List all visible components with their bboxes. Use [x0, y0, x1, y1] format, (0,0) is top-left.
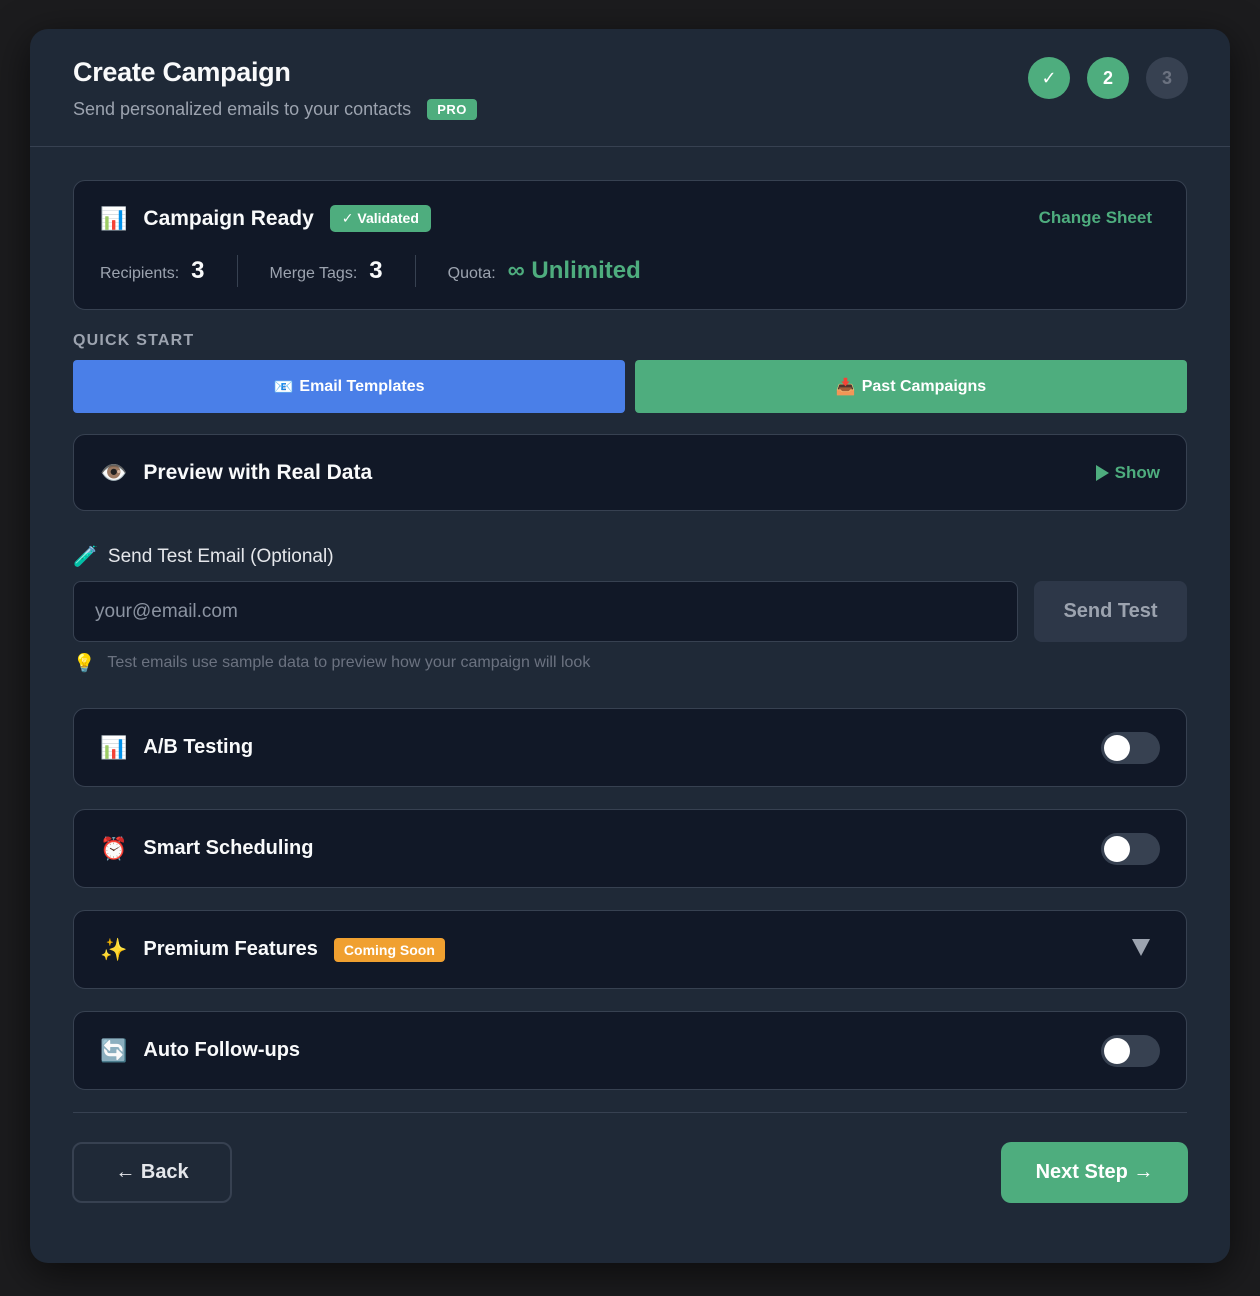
smart-scheduling-toggle[interactable] — [1101, 833, 1160, 865]
stats-row: Recipients: 3 Merge Tags: 3 Quota: ∞ Unl… — [100, 255, 641, 287]
toggle-knob — [1104, 735, 1130, 761]
preview-section[interactable]: 👁️ Preview with Real Data Show — [73, 434, 1187, 511]
alarm-clock-icon: ⏰ — [100, 835, 128, 861]
show-preview-toggle[interactable]: Show — [1095, 462, 1160, 483]
modal-content: 📊 Campaign Ready ✓ Validated Change Shee… — [73, 180, 1187, 1113]
summary-title-row: 📊 Campaign Ready ✓ Validated — [100, 205, 431, 232]
auto-follow-ups-card: 🔄 Auto Follow-ups — [73, 1011, 1187, 1090]
test-email-input[interactable] — [73, 581, 1018, 642]
change-sheet-link[interactable]: Change Sheet — [1039, 208, 1152, 228]
create-campaign-modal: Create Campaign Send personalized emails… — [30, 29, 1230, 1263]
step-1-complete-icon: ✓ — [1028, 57, 1070, 99]
test-email-hint-row: 💡 Test emails use sample data to preview… — [73, 654, 1187, 672]
campaign-summary-card: 📊 Campaign Ready ✓ Validated Change Shee… — [73, 180, 1187, 310]
play-triangle-icon — [1095, 464, 1109, 481]
quick-start-row: 📧 Email Templates 📥 Past Campaigns — [73, 360, 1187, 413]
quota-value: ∞ Unlimited — [507, 257, 641, 284]
merge-tags-stat: Merge Tags: 3 — [270, 257, 383, 285]
ab-testing-toggle[interactable] — [1101, 732, 1160, 764]
quota-stat: Quota: ∞ Unlimited — [448, 257, 641, 285]
refresh-icon: 🔄 — [100, 1037, 128, 1063]
modal-footer: ← Back Next Step → — [30, 1116, 1230, 1226]
stat-divider — [414, 255, 416, 287]
test-email-label: Send Test Email (Optional) — [107, 546, 334, 567]
quota-label: Quota: — [447, 265, 496, 282]
eye-icon: 👁️ — [100, 459, 128, 485]
validated-badge: ✓ Validated — [329, 205, 431, 232]
test-tube-icon: 🧪 — [73, 546, 98, 568]
inbox-tray-icon: 📥 — [835, 378, 856, 396]
pro-badge: PRO — [427, 99, 477, 120]
test-email-hint: Test emails use sample data to preview h… — [107, 654, 591, 671]
page-title: Create Campaign — [73, 57, 291, 87]
test-email-label-row: 🧪 Send Test Email (Optional) — [73, 546, 1187, 568]
step-2-active: 2 — [1087, 57, 1129, 99]
footer-divider — [73, 1112, 1187, 1113]
bar-chart-icon: 📊 — [100, 734, 128, 760]
back-button[interactable]: ← Back — [72, 1142, 232, 1203]
step-indicator: ✓ 2 3 — [1028, 57, 1188, 99]
email-templates-label: Email Templates — [299, 377, 425, 395]
modal-header: Create Campaign Send personalized emails… — [30, 29, 1230, 147]
step-3-pending: 3 — [1146, 57, 1188, 99]
page-subtitle: Send personalized emails to your contact… — [73, 99, 412, 119]
recipients-stat: Recipients: 3 — [100, 257, 205, 285]
ab-testing-title: A/B Testing — [143, 736, 254, 758]
subtitle-row: Send personalized emails to your contact… — [73, 99, 477, 120]
merge-tags-value: 3 — [369, 257, 383, 284]
test-email-row: Send Test — [73, 581, 1187, 642]
preview-title: Preview with Real Data — [143, 460, 373, 484]
recipients-label: Recipients: — [100, 265, 180, 282]
toggle-knob — [1104, 1038, 1130, 1064]
envelope-icon: 📧 — [273, 378, 294, 396]
smart-scheduling-card: ⏰ Smart Scheduling — [73, 809, 1187, 888]
toggle-knob — [1104, 836, 1130, 862]
premium-features-card[interactable]: ✨ Premium Features Coming Soon — [73, 910, 1187, 989]
quick-start-label: QUICK START — [73, 332, 195, 349]
sparkles-icon: ✨ — [100, 936, 128, 962]
auto-follow-ups-toggle[interactable] — [1101, 1035, 1160, 1067]
smart-scheduling-title: Smart Scheduling — [143, 837, 314, 859]
ab-testing-card: 📊 A/B Testing — [73, 708, 1187, 787]
merge-tags-label: Merge Tags: — [269, 265, 358, 282]
summary-title: Campaign Ready — [143, 206, 314, 230]
email-templates-button[interactable]: 📧 Email Templates — [73, 360, 625, 413]
recipients-value: 3 — [191, 257, 205, 284]
auto-follow-ups-title: Auto Follow-ups — [143, 1039, 301, 1061]
past-campaigns-label: Past Campaigns — [861, 377, 987, 395]
show-label: Show — [1114, 462, 1160, 482]
premium-features-title: Premium Features — [143, 938, 318, 960]
stat-divider — [236, 255, 238, 287]
past-campaigns-button[interactable]: 📥 Past Campaigns — [635, 360, 1187, 413]
send-test-button[interactable]: Send Test — [1034, 581, 1187, 642]
chevron-down-icon[interactable] — [1132, 939, 1150, 956]
next-step-button[interactable]: Next Step → — [1001, 1142, 1188, 1203]
coming-soon-badge: Coming Soon — [333, 937, 445, 962]
lightbulb-icon: 💡 — [73, 653, 96, 673]
bar-chart-icon: 📊 — [100, 205, 128, 231]
